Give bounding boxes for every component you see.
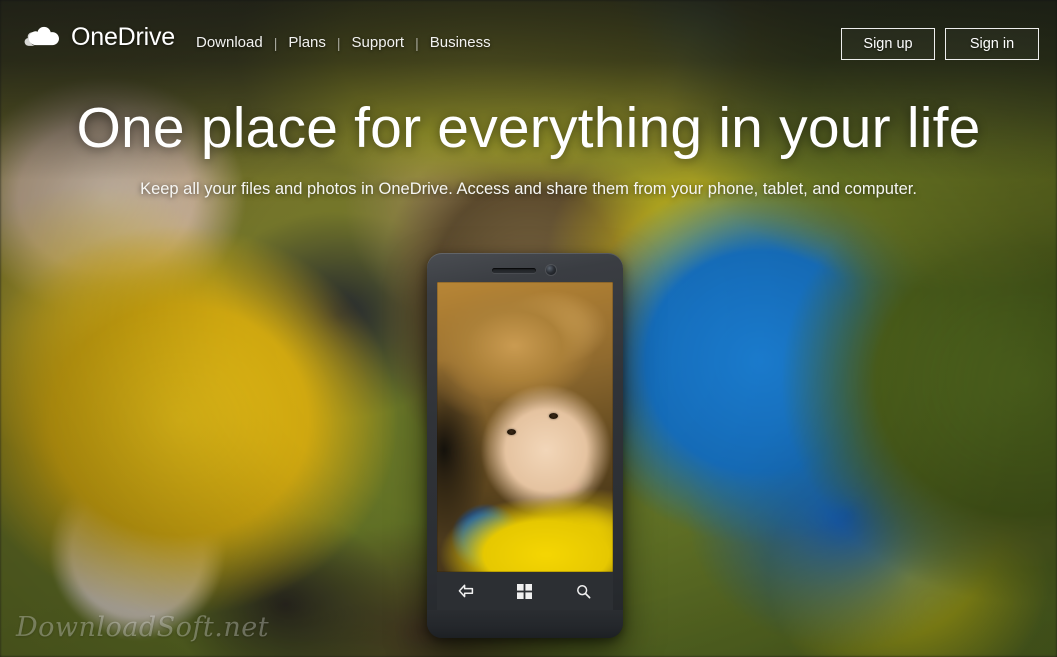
nav-link-plans[interactable]: Plans [288,33,326,53]
nav-link-business[interactable]: Business [430,33,491,53]
search-icon[interactable] [573,580,595,602]
hero-headline: One place for everything in your life [76,96,981,160]
phone-navigation-bar [437,572,613,610]
brand-name: OneDrive [71,23,175,51]
nav-link-support[interactable]: Support [352,33,405,53]
hero-section: One place for everything in your life Ke… [0,96,1057,200]
phone-earpiece [492,268,536,273]
site-header: OneDrive Download | Plans | Support | Bu… [0,0,1057,86]
phone-bottom-bezel [427,610,623,638]
front-camera-icon [546,265,556,275]
sign-in-button[interactable]: Sign in [945,28,1039,60]
photo-eye-right [549,413,558,419]
windows-phone-mockup [427,253,623,638]
cloud-icon [21,24,62,51]
auth-buttons: Sign up Sign in [841,28,1039,60]
onedrive-logo[interactable]: OneDrive [21,24,175,51]
sign-up-button[interactable]: Sign up [841,28,935,60]
nav-separator: | [415,35,419,51]
main-navigation: Download | Plans | Support | Business [196,33,491,53]
phone-screen[interactable] [437,282,613,572]
nav-link-download[interactable]: Download [196,33,263,53]
back-arrow-icon[interactable] [455,580,477,602]
photo-eye-left [507,429,516,435]
phone-photo-detail [437,282,613,572]
windows-start-icon[interactable] [514,580,536,602]
nav-separator: | [336,35,341,51]
onedrive-landing-page: OneDrive Download | Plans | Support | Bu… [0,0,1057,657]
hero-subheadline: Keep all your files and photos in OneDri… [140,180,917,198]
nav-separator: | [273,35,278,51]
